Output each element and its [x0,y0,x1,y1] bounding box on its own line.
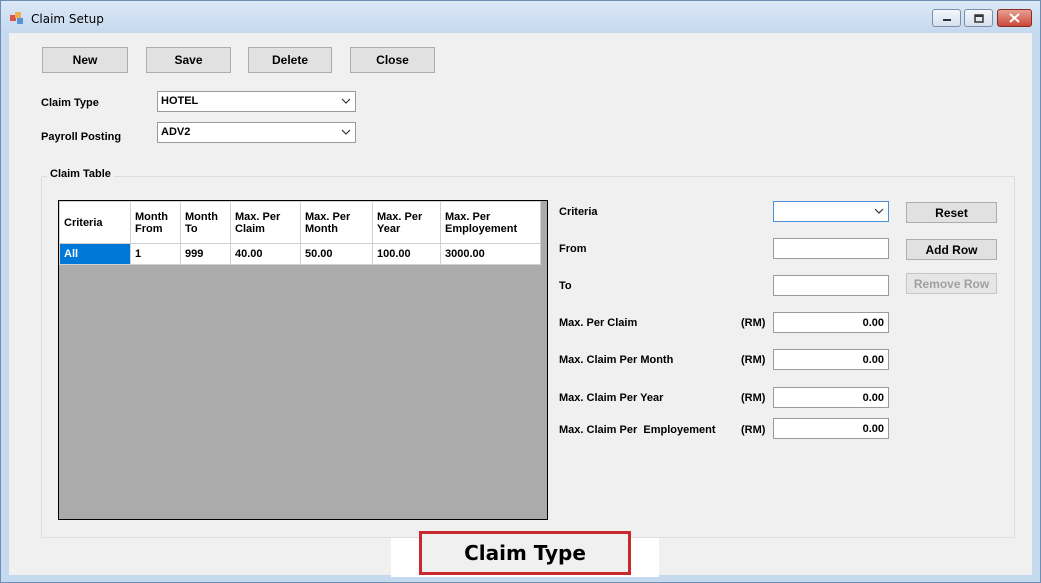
payroll-posting-dropdown[interactable]: ADV2 [157,122,356,143]
from-label: From [559,243,587,255]
remove-row-button[interactable]: Remove Row [906,273,997,294]
window-frame-left [1,33,9,582]
chevron-down-icon [341,98,351,104]
table-cell[interactable]: All [59,243,131,265]
max-per-month-label: Max. Claim Per Month [559,354,674,366]
table-cell[interactable]: 100.00 [372,243,441,265]
reset-button[interactable]: Reset [906,202,997,223]
currency-unit-label: (RM) [741,392,766,404]
claim-type-label: Claim Type [41,97,99,109]
chevron-down-icon [341,129,351,135]
table-row[interactable]: All 1 999 40.00 50.00 100.00 3000.00 [59,243,541,265]
max-per-claim-label: Max. Per Claim [559,317,638,329]
to-input[interactable] [773,275,889,296]
table-header-row: Criteria Month From Month To Max. Per Cl… [59,201,541,244]
table-cell[interactable]: 999 [180,243,231,265]
criteria-label: Criteria [559,206,598,218]
close-icon [1009,13,1020,23]
window-title: Claim Setup [31,12,104,26]
claim-setup-window: Claim Setup New Save Delete Close Claim … [0,0,1041,583]
claim-type-dropdown[interactable]: HOTEL [157,91,356,112]
column-header-max-per-claim[interactable]: Max. Per Claim [230,201,301,244]
new-button[interactable]: New [42,47,128,73]
max-per-month-value: 0.00 [862,354,884,366]
close-window-button[interactable] [997,9,1032,27]
criteria-dropdown[interactable] [773,201,889,222]
payroll-posting-value: ADV2 [161,126,191,138]
max-per-employment-label: Max. Claim Per Employement [559,424,716,436]
claim-table: Criteria Month From Month To Max. Per Cl… [59,201,541,265]
max-per-employment-input[interactable]: 0.00 [773,418,889,439]
column-header-criteria[interactable]: Criteria [59,201,131,244]
claim-type-value: HOTEL [161,95,199,107]
max-per-year-value: 0.00 [862,392,884,404]
column-header-month-to[interactable]: Month To [180,201,231,244]
table-cell[interactable]: 40.00 [230,243,301,265]
from-input[interactable] [773,238,889,259]
max-per-claim-input[interactable]: 0.00 [773,312,889,333]
save-button[interactable]: Save [146,47,231,73]
table-cell[interactable]: 50.00 [300,243,373,265]
caption-label: Claim Type [419,531,631,575]
window-frame-right [1032,33,1040,582]
column-header-month-from[interactable]: Month From [130,201,181,244]
payroll-posting-label: Payroll Posting [41,131,122,143]
minimize-button[interactable] [932,9,961,27]
add-row-button[interactable]: Add Row [906,239,997,260]
chevron-down-icon [874,208,884,214]
max-per-year-label: Max. Claim Per Year [559,392,664,404]
currency-unit-label: (RM) [741,354,766,366]
column-header-max-per-year[interactable]: Max. Per Year [372,201,441,244]
close-button[interactable]: Close [350,47,435,73]
delete-button[interactable]: Delete [248,47,332,73]
currency-unit-label: (RM) [741,317,766,329]
claim-table-title: Claim Table [47,168,114,180]
minimize-icon [942,19,951,21]
max-per-month-input[interactable]: 0.00 [773,349,889,370]
max-per-year-input[interactable]: 0.00 [773,387,889,408]
table-cell[interactable]: 3000.00 [440,243,541,265]
column-header-max-per-employement[interactable]: Max. Per Employement [440,201,541,244]
table-cell[interactable]: 1 [130,243,181,265]
column-header-max-per-month[interactable]: Max. Per Month [300,201,373,244]
app-icon [10,12,23,24]
max-per-claim-value: 0.00 [862,317,884,329]
claim-table-grid[interactable]: Criteria Month From Month To Max. Per Cl… [58,200,548,520]
maximize-button[interactable] [964,9,993,27]
title-bar: Claim Setup [1,1,1040,33]
max-per-employment-value: 0.00 [862,423,884,435]
restore-icon [973,13,984,23]
currency-unit-label: (RM) [741,424,766,436]
to-label: To [559,280,572,292]
